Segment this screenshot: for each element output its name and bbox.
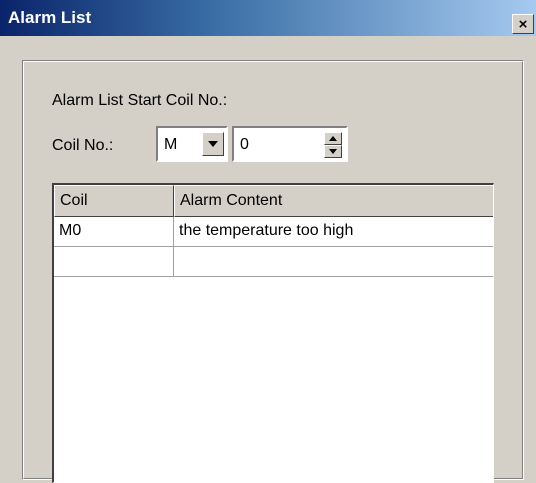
cell-alarm-content[interactable]: the temperature too high [174,217,493,247]
alarm-table[interactable]: Coil Alarm Content M0 the temperature to… [52,183,494,483]
coil-type-dropdown-button[interactable] [202,132,224,156]
spin-down-icon [329,149,337,154]
spin-up-button[interactable] [324,132,342,145]
table-header: Coil Alarm Content [54,185,493,217]
table-row[interactable] [54,247,493,277]
chevron-down-icon [208,141,218,147]
title-bar: Alarm List × [0,0,536,36]
coil-type-value: M [164,136,178,153]
cell-coil[interactable]: M0 [54,217,174,247]
coil-number-value: 0 [240,136,249,153]
coil-type-select[interactable]: M [156,126,228,162]
coil-no-label: Coil No.: [52,137,114,154]
spin-up-icon [329,136,337,141]
table-row[interactable]: M0 the temperature too high [54,217,493,247]
start-coil-label: Alarm List Start Coil No.: [52,92,228,109]
cell-alarm-content[interactable] [174,247,493,277]
close-button[interactable]: × [512,14,534,34]
column-header-coil[interactable]: Coil [54,185,174,217]
window-title: Alarm List [8,8,92,27]
column-header-alarm-content[interactable]: Alarm Content [174,185,493,217]
coil-number-input[interactable]: 0 [232,126,348,162]
close-icon: × [518,15,528,33]
spin-down-button[interactable] [324,145,342,158]
cell-coil[interactable] [54,247,174,277]
